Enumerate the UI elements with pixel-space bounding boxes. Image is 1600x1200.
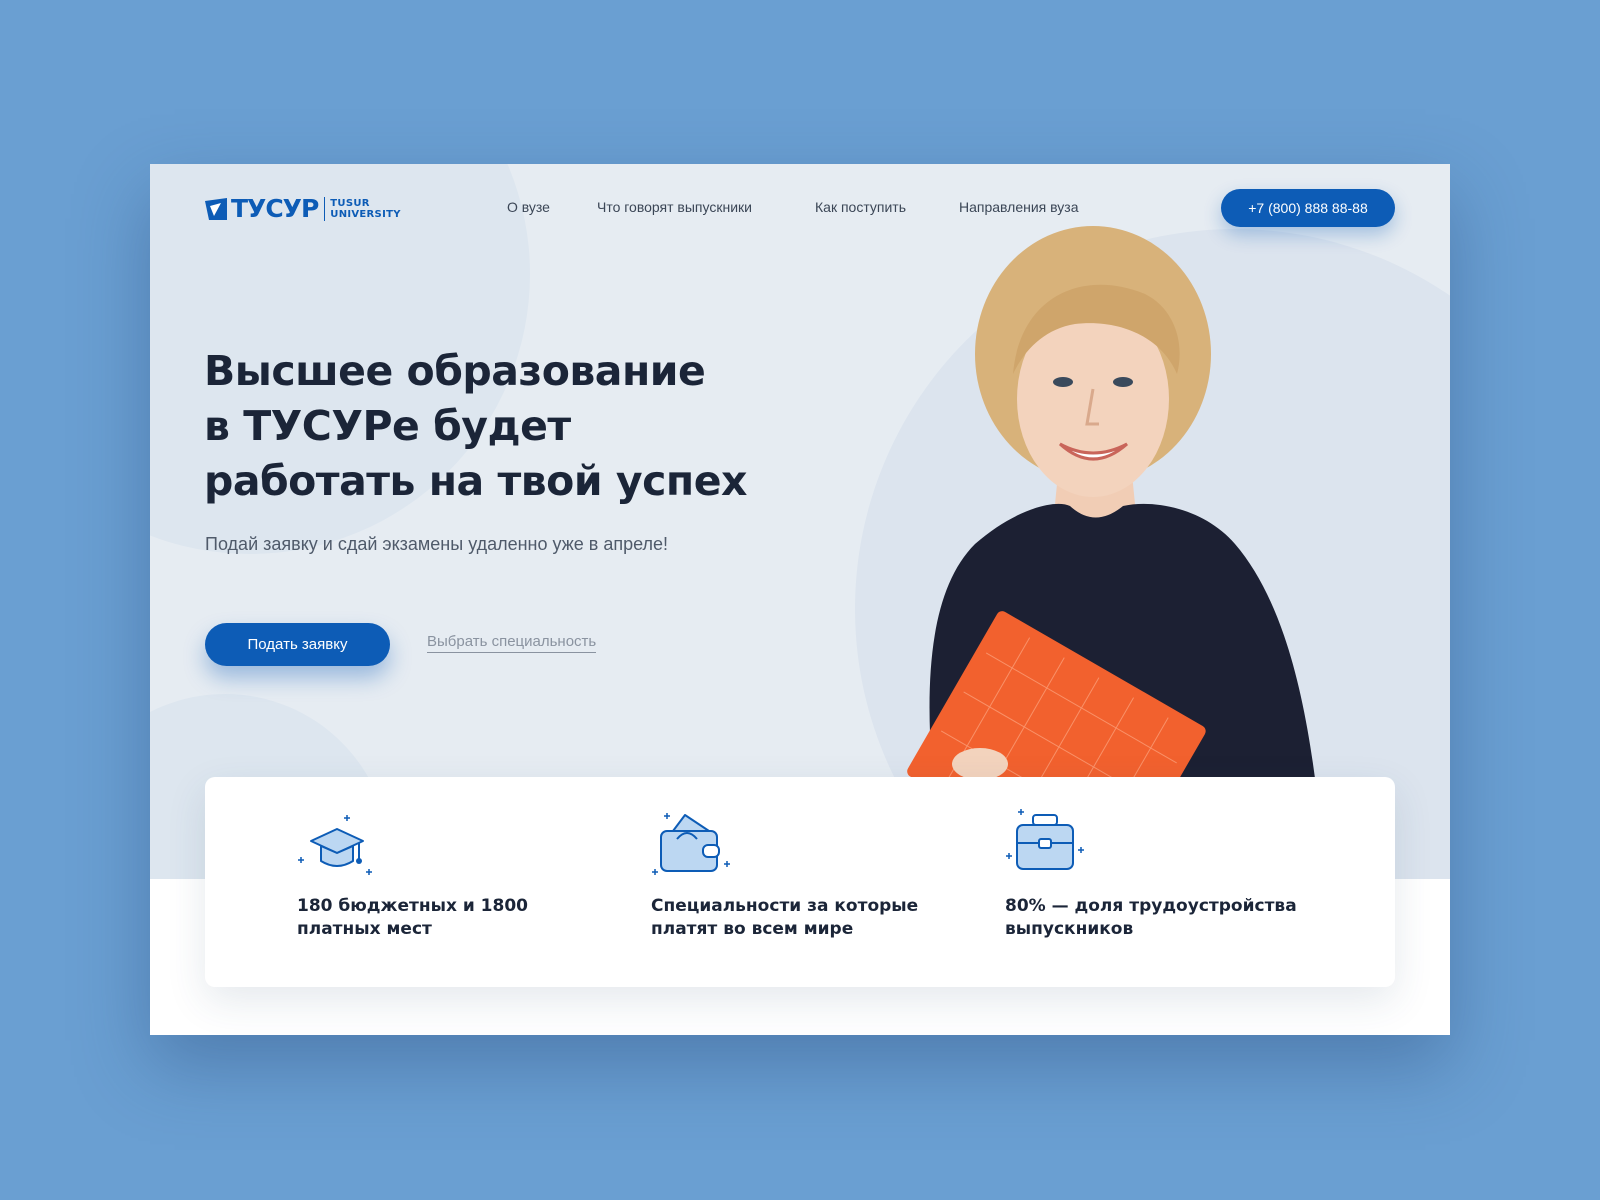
apply-button[interactable]: Подать заявку [205,623,390,666]
nav-item-admission[interactable]: Как поступить [815,199,906,215]
headline-line: работать на твой успех [204,457,747,505]
hero-subline: Подай заявку и сдай экзамены удаленно уж… [205,534,669,554]
choose-specialty-link[interactable]: Выбрать специальность [427,633,597,653]
nav-item-about[interactable]: О вузе [507,199,550,215]
feature-text-line: Специальности за которые [651,896,919,916]
feature-item: 80% — доля трудоустройства выпускников [1005,809,1325,941]
feature-text: Специальности за которые платят во всем … [651,895,971,941]
feature-text-line: платят во всем мире [651,919,854,939]
feature-item: 180 бюджетных и 1800 платных мест [297,809,617,941]
feature-text: 80% — доля трудоустройства выпускников [1005,895,1325,941]
landing-page: ТУСУР TUSUR UNIVERSITY О вузе Что говоря… [150,164,1450,1035]
features-card: 180 бюджетных и 1800 платных мест Специа… [205,777,1395,987]
hero-section: ТУСУР TUSUR UNIVERSITY О вузе Что говоря… [150,164,1450,879]
feature-item: Специальности за которые платят во всем … [651,809,971,941]
headline-line: в ТУСУРе будет [204,402,571,450]
feature-text-line: 180 бюджетных и 1800 [297,896,528,916]
feature-text-line: 80% — доля трудоустройства [1005,896,1297,916]
nav-item-directions[interactable]: Направления вуза [959,199,1078,215]
graduation-cap-icon [298,815,372,875]
nav-item-graduates[interactable]: Что говорят выпускники [597,199,752,215]
feature-text: 180 бюджетных и 1800 платных мест [297,895,617,941]
feature-text-line: выпускников [1005,919,1134,939]
briefcase-icon [1006,809,1084,870]
wallet-icon [652,813,730,875]
hero-headline: Высшее образование в ТУСУРе будет работа… [204,344,824,509]
headline-line: Высшее образование [204,347,706,395]
phone-button[interactable]: +7 (800) 888 88-88 [1221,189,1395,227]
feature-text-line: платных мест [297,919,432,939]
